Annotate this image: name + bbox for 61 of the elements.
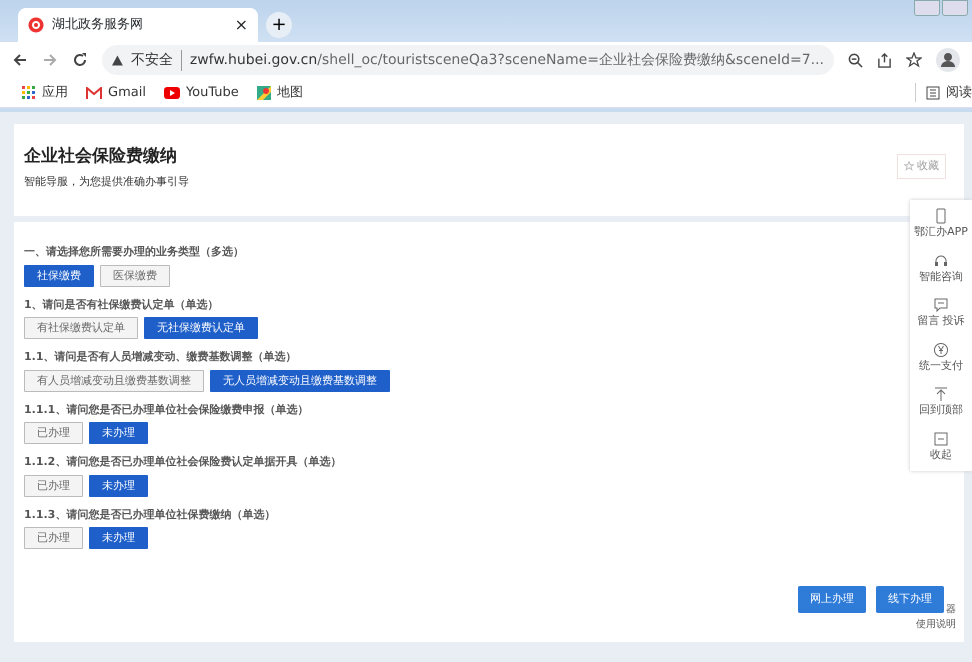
- back-icon[interactable]: [12, 52, 28, 68]
- bookmark[interactable]: YouTube: [164, 82, 239, 102]
- browser-tab[interactable]: 湖北政务服务网 ×: [18, 8, 258, 42]
- address-bar[interactable]: 不安全 zwfw.hubei.gov.cn/shell_oc/touristsceneQa3?sceneName=企业社会保险费缴纳&sceneId=7...: [102, 45, 834, 75]
- zoom-icon[interactable]: [848, 52, 863, 68]
- reload-icon[interactable]: [72, 52, 88, 68]
- new-tab-button[interactable]: +: [266, 12, 292, 38]
- mail-icon: [86, 86, 102, 98]
- option-button[interactable]: 未办理: [89, 474, 148, 496]
- question-title: 一、请选择您所需要办理的业务类型（多选）: [24, 244, 244, 260]
- side-tool[interactable]: 回到顶部: [919, 386, 963, 418]
- side-tool[interactable]: 统一支付: [919, 342, 963, 374]
- collapse-icon: [933, 430, 949, 446]
- bookmark[interactable]: 应用: [22, 82, 68, 102]
- yen-icon: [933, 342, 949, 358]
- star-icon[interactable]: [906, 52, 922, 68]
- map-pin-icon: [256, 86, 271, 100]
- option-button[interactable]: 无社保缴费认定单: [144, 317, 258, 339]
- list-icon: [926, 86, 940, 100]
- option-button[interactable]: 社保缴费: [24, 264, 94, 286]
- option-button[interactable]: 已办理: [24, 527, 83, 549]
- side-tool[interactable]: 鄂汇办APP: [914, 208, 968, 240]
- tab-title: 湖北政务服务网: [52, 16, 144, 34]
- security-label: 不安全: [130, 50, 182, 70]
- option-button[interactable]: 无人员增减变动且缴费基数调整: [210, 370, 390, 392]
- question-title: 1.1.1、请问您是否已办理单位社会保险缴费申报（单选）: [24, 402, 308, 418]
- profile-icon[interactable]: [936, 48, 960, 72]
- question-title: 1、请问是否有社保缴费认定单（单选）: [24, 296, 219, 312]
- option-button[interactable]: 有人员增减变动且缴费基数调整: [24, 370, 204, 392]
- option-button[interactable]: 有社保缴费认定单: [24, 317, 138, 339]
- page-subtitle: 智能导服，为您提供准确办事引导: [24, 174, 189, 190]
- warning-icon: [112, 54, 123, 66]
- bookmark[interactable]: Gmail: [86, 82, 146, 102]
- back-to-top-icon: [933, 386, 949, 402]
- url-text: zwfw.hubei.gov.cn/shell_oc/touristsceneQa3?sceneName=企业社会保险费缴纳&sceneId=7...: [190, 50, 824, 70]
- option-button[interactable]: 未办理: [89, 422, 148, 444]
- play-icon: [164, 86, 180, 98]
- side-tool[interactable]: 留言 投诉: [917, 297, 965, 330]
- option-button[interactable]: 已办理: [24, 422, 83, 444]
- side-tool[interactable]: 智能咨询: [919, 252, 963, 285]
- reading-list-button[interactable]: 阅读: [915, 82, 972, 102]
- headset-icon: [933, 252, 949, 268]
- star-icon: [904, 160, 914, 171]
- note-text: 器: [946, 603, 956, 617]
- option-button[interactable]: 已办理: [24, 474, 83, 496]
- site-logo-icon: [28, 17, 44, 33]
- share-icon[interactable]: [877, 52, 892, 68]
- close-icon[interactable]: ×: [234, 13, 248, 37]
- question-title: 1.1.2、请问您是否已办理单位社会保险费认定单据开具（单选）: [24, 454, 342, 470]
- apps-grid-icon: [22, 86, 36, 100]
- option-button[interactable]: 医保缴费: [100, 264, 170, 286]
- chat-icon: [933, 297, 949, 313]
- bookmark[interactable]: 地图: [256, 82, 303, 102]
- option-button[interactable]: 未办理: [89, 527, 148, 549]
- page-title: 企业社会保险费缴纳: [24, 145, 177, 168]
- question-title: 1.1、请问是否有人员增减变动、缴费基数调整（单选）: [24, 349, 296, 365]
- question-title: 1.1.3、请问您是否已办理单位社保费缴纳（单选）: [24, 506, 276, 522]
- side-tool[interactable]: 收起: [930, 430, 952, 463]
- note-text: 使用说明: [916, 618, 956, 632]
- action-button[interactable]: 网上办理: [798, 586, 866, 612]
- action-button[interactable]: 线下办理: [876, 586, 944, 612]
